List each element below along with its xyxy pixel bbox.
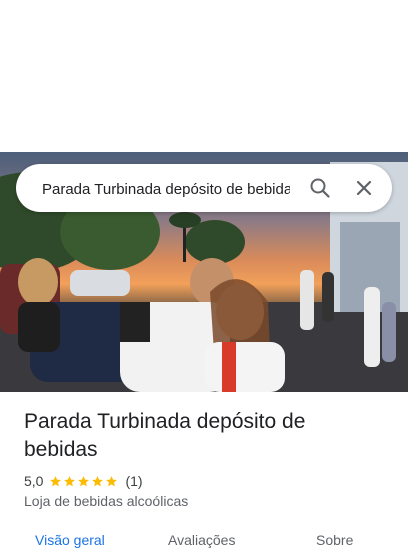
star-rating bbox=[49, 475, 119, 488]
place-info-panel: Parada Turbinada depósito de bebidas 5,0… bbox=[0, 392, 408, 544]
star-icon bbox=[64, 475, 76, 486]
tab-reviews[interactable]: Avaliações bbox=[168, 532, 235, 548]
place-tabs: Visão geral Avaliações Sobre bbox=[0, 528, 408, 548]
star-icon bbox=[92, 475, 104, 486]
search-bar[interactable] bbox=[16, 164, 392, 212]
place-category[interactable]: Loja de bebidas alcoólicas bbox=[24, 493, 188, 509]
rating-value: 5,0 bbox=[24, 473, 44, 489]
tab-overview[interactable]: Visão geral bbox=[35, 532, 105, 548]
map-blank-area bbox=[0, 0, 408, 152]
search-input[interactable] bbox=[40, 177, 292, 201]
star-icon bbox=[50, 475, 62, 486]
star-icon bbox=[106, 475, 118, 486]
review-count[interactable]: (1) bbox=[125, 473, 142, 489]
tab-about[interactable]: Sobre bbox=[316, 532, 353, 548]
place-title: Parada Turbinada depósito de bebidas bbox=[24, 410, 306, 461]
search-icon[interactable] bbox=[308, 176, 332, 200]
rating-row[interactable]: 5,0 (1) bbox=[24, 472, 143, 490]
star-icon bbox=[78, 475, 90, 486]
close-icon[interactable] bbox=[352, 176, 376, 200]
